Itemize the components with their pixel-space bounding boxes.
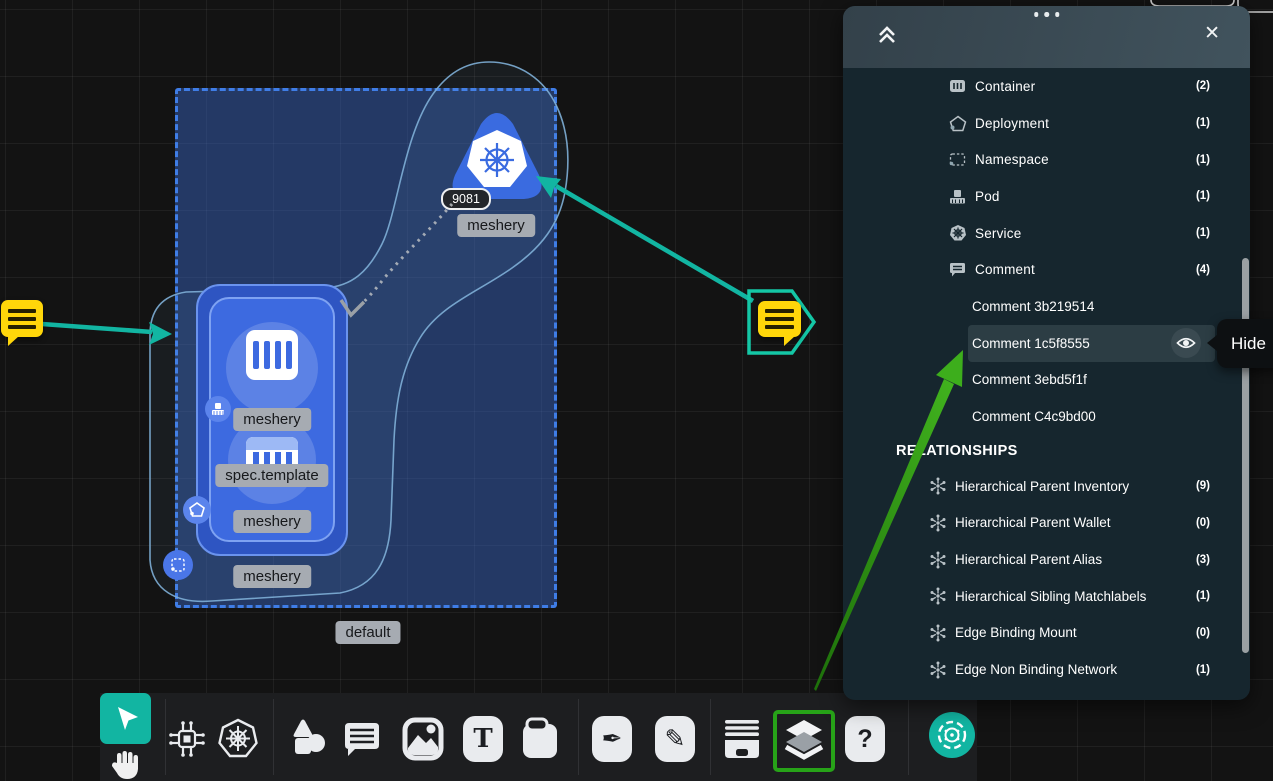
text-tool-button[interactable]: T <box>461 715 505 763</box>
comment-tool-icon <box>341 719 381 759</box>
deployment-icon <box>948 115 967 132</box>
layers-icon <box>782 717 826 761</box>
panel-row-service[interactable]: Service (1) <box>843 215 1250 252</box>
meshery-logo-icon <box>935 718 969 752</box>
relationship-row[interactable]: Hierarchical Parent Wallet (0) <box>843 505 1250 542</box>
relationship-row[interactable]: Hierarchical Sibling Matchlabels (1) <box>843 578 1250 615</box>
kubernetes-tool-button[interactable] <box>216 715 260 763</box>
comment-item[interactable]: Comment 3ebd5f1f <box>968 362 1215 399</box>
visibility-eye-icon[interactable] <box>1171 328 1201 358</box>
namespace-name-label: default <box>335 621 400 644</box>
row-count: (1) <box>1196 190 1210 202</box>
edge-pen-tool-button[interactable]: ✒ <box>590 715 634 763</box>
row-label: Deployment <box>975 116 1196 131</box>
shapes-icon <box>287 718 329 760</box>
row-label: Container <box>975 79 1196 94</box>
pencil-icon: ✎ <box>665 724 686 754</box>
namespace-badge-icon <box>163 550 193 580</box>
help-button[interactable]: ? <box>843 715 887 763</box>
pod-label: meshery <box>233 408 311 431</box>
frame-tool-button[interactable] <box>518 715 562 763</box>
design-canvas[interactable]: meshery spec.template meshery meshery me… <box>0 0 1273 781</box>
row-label: Service <box>975 226 1196 241</box>
relationship-icon <box>928 514 948 532</box>
comment-bubble-right[interactable] <box>758 301 801 337</box>
relationship-row[interactable]: Hierarchical Parent Inventory (9) <box>843 468 1250 505</box>
panel-row-container[interactable]: Container (2) <box>843 68 1250 105</box>
service-port-label: 9081 <box>441 188 491 210</box>
row-count: (4) <box>1196 264 1210 276</box>
panel-row-comment[interactable]: Comment (4) <box>843 251 1250 288</box>
pod-icon <box>948 189 967 204</box>
text-tool-icon: T <box>473 724 492 754</box>
drawer-icon <box>721 718 763 760</box>
relationships-section-title: RELATIONSHIPS <box>843 435 1250 468</box>
circuit-icon <box>167 719 207 759</box>
row-count: (1) <box>1196 154 1210 166</box>
comment-icon <box>948 262 967 278</box>
integrations-tool-button[interactable] <box>165 715 209 763</box>
frame-note-icon <box>519 716 561 762</box>
service-label: meshery <box>457 214 535 237</box>
spec-template-label: spec.template <box>215 464 328 487</box>
deployment-label: meshery <box>233 510 311 533</box>
namespace-icon <box>948 152 967 167</box>
cursor-icon <box>111 704 141 734</box>
row-label: Pod <box>975 189 1196 204</box>
comment-item[interactable]: Comment C4c9bd00 <box>968 398 1215 435</box>
freehand-tool-button[interactable]: ✎ <box>653 715 697 763</box>
layers-panel: ✕ Container (2) Deployment (1) <box>843 6 1250 700</box>
hide-tooltip: Hide <box>1217 319 1273 368</box>
row-count: (1) <box>1196 117 1210 129</box>
panel-row-deployment[interactable]: Deployment (1) <box>843 105 1250 142</box>
row-label: Comment <box>975 262 1196 277</box>
select-tool-button[interactable] <box>100 693 151 744</box>
layers-panel-header[interactable]: ✕ <box>843 6 1250 68</box>
row-count: (2) <box>1196 80 1210 92</box>
relationship-row[interactable]: Edge Non Binding Network (1) <box>843 651 1250 688</box>
meshery-logo-button[interactable] <box>929 712 975 758</box>
panel-row-namespace[interactable]: Namespace (1) <box>843 141 1250 178</box>
comment-bubble-left[interactable] <box>1 300 43 337</box>
hand-icon <box>109 749 143 781</box>
kubernetes-icon <box>217 718 259 760</box>
service-icon <box>948 224 967 242</box>
pod-badge-icon <box>205 396 231 422</box>
relationship-icon <box>928 661 948 679</box>
close-icon[interactable]: ✕ <box>1204 22 1220 45</box>
row-label: Namespace <box>975 152 1196 167</box>
panel-scrollbar[interactable] <box>1242 258 1249 653</box>
comment-tool-button[interactable] <box>339 715 383 763</box>
comment-item[interactable]: Comment 3b219514 <box>968 288 1215 325</box>
collapse-up-icon[interactable] <box>875 23 901 49</box>
bottom-toolbar: T ✒ ✎ <box>100 693 977 781</box>
pen-icon: ✒ <box>602 724 623 754</box>
layers-tool-button[interactable] <box>782 715 826 763</box>
drawer-tool-button[interactable] <box>720 715 764 763</box>
drag-handle-icon[interactable] <box>1034 12 1060 17</box>
row-count: (1) <box>1196 227 1210 239</box>
panel-row-pod[interactable]: Pod (1) <box>843 178 1250 215</box>
container-icon <box>948 79 967 93</box>
shapes-tool-button[interactable] <box>286 715 330 763</box>
relationship-icon <box>928 551 948 569</box>
pan-tool-button[interactable] <box>109 749 143 781</box>
deployment-badge-icon <box>183 496 211 524</box>
namespace-node-label: meshery <box>233 565 311 588</box>
container-icon[interactable] <box>246 330 298 380</box>
relationship-row[interactable]: Hierarchical Parent Alias (3) <box>843 541 1250 578</box>
relationship-icon <box>928 477 948 495</box>
help-icon: ? <box>857 725 872 754</box>
relationship-icon <box>928 587 948 605</box>
image-tool-button[interactable] <box>401 715 445 763</box>
comment-item-highlighted[interactable]: Comment 1c5f8555 <box>968 325 1215 362</box>
relationship-row[interactable]: Edge Binding Mount (0) <box>843 615 1250 652</box>
image-icon <box>402 716 444 762</box>
relationship-icon <box>928 624 948 642</box>
